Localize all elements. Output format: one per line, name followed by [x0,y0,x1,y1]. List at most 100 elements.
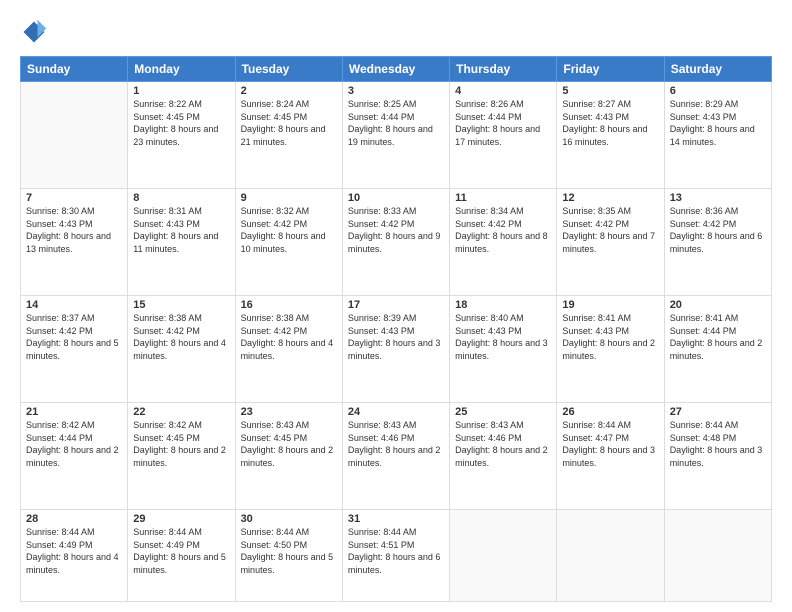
calendar-table: SundayMondayTuesdayWednesdayThursdayFrid… [20,56,772,602]
day-info: Sunrise: 8:44 AMSunset: 4:47 PMDaylight:… [562,419,658,469]
logo [20,18,52,46]
calendar-cell: 16Sunrise: 8:38 AMSunset: 4:42 PMDayligh… [235,296,342,403]
calendar-cell [664,510,771,602]
day-number: 20 [670,299,766,311]
day-info: Sunrise: 8:26 AMSunset: 4:44 PMDaylight:… [455,98,551,148]
calendar-cell: 30Sunrise: 8:44 AMSunset: 4:50 PMDayligh… [235,510,342,602]
day-info: Sunrise: 8:36 AMSunset: 4:42 PMDaylight:… [670,205,766,255]
day-info: Sunrise: 8:22 AMSunset: 4:45 PMDaylight:… [133,98,229,148]
day-info: Sunrise: 8:24 AMSunset: 4:45 PMDaylight:… [241,98,337,148]
calendar-cell: 26Sunrise: 8:44 AMSunset: 4:47 PMDayligh… [557,403,664,510]
calendar-cell: 13Sunrise: 8:36 AMSunset: 4:42 PMDayligh… [664,189,771,296]
day-info: Sunrise: 8:31 AMSunset: 4:43 PMDaylight:… [133,205,229,255]
day-number: 30 [241,513,337,525]
day-info: Sunrise: 8:25 AMSunset: 4:44 PMDaylight:… [348,98,444,148]
calendar-cell: 4Sunrise: 8:26 AMSunset: 4:44 PMDaylight… [450,82,557,189]
day-info: Sunrise: 8:35 AMSunset: 4:42 PMDaylight:… [562,205,658,255]
day-info: Sunrise: 8:44 AMSunset: 4:51 PMDaylight:… [348,526,444,576]
day-number: 3 [348,85,444,97]
day-info: Sunrise: 8:33 AMSunset: 4:42 PMDaylight:… [348,205,444,255]
day-info: Sunrise: 8:44 AMSunset: 4:50 PMDaylight:… [241,526,337,576]
day-number: 17 [348,299,444,311]
weekday-header-saturday: Saturday [664,57,771,82]
day-number: 6 [670,85,766,97]
calendar-week-row: 21Sunrise: 8:42 AMSunset: 4:44 PMDayligh… [21,403,772,510]
day-info: Sunrise: 8:40 AMSunset: 4:43 PMDaylight:… [455,312,551,362]
day-number: 1 [133,85,229,97]
day-info: Sunrise: 8:34 AMSunset: 4:42 PMDaylight:… [455,205,551,255]
day-info: Sunrise: 8:44 AMSunset: 4:49 PMDaylight:… [26,526,122,576]
day-info: Sunrise: 8:30 AMSunset: 4:43 PMDaylight:… [26,205,122,255]
weekday-header-thursday: Thursday [450,57,557,82]
calendar-cell [450,510,557,602]
calendar-week-row: 7Sunrise: 8:30 AMSunset: 4:43 PMDaylight… [21,189,772,296]
calendar-week-row: 28Sunrise: 8:44 AMSunset: 4:49 PMDayligh… [21,510,772,602]
day-number: 5 [562,85,658,97]
day-number: 11 [455,192,551,204]
calendar-cell [557,510,664,602]
day-info: Sunrise: 8:44 AMSunset: 4:49 PMDaylight:… [133,526,229,576]
day-info: Sunrise: 8:43 AMSunset: 4:45 PMDaylight:… [241,419,337,469]
day-info: Sunrise: 8:29 AMSunset: 4:43 PMDaylight:… [670,98,766,148]
day-info: Sunrise: 8:27 AMSunset: 4:43 PMDaylight:… [562,98,658,148]
day-number: 4 [455,85,551,97]
day-number: 2 [241,85,337,97]
calendar-cell: 21Sunrise: 8:42 AMSunset: 4:44 PMDayligh… [21,403,128,510]
logo-icon [20,18,48,46]
weekday-header-monday: Monday [128,57,235,82]
calendar-cell: 3Sunrise: 8:25 AMSunset: 4:44 PMDaylight… [342,82,449,189]
weekday-header-row: SundayMondayTuesdayWednesdayThursdayFrid… [21,57,772,82]
day-number: 28 [26,513,122,525]
calendar-cell: 23Sunrise: 8:43 AMSunset: 4:45 PMDayligh… [235,403,342,510]
weekday-header-sunday: Sunday [21,57,128,82]
calendar-cell: 25Sunrise: 8:43 AMSunset: 4:46 PMDayligh… [450,403,557,510]
day-number: 23 [241,406,337,418]
day-info: Sunrise: 8:43 AMSunset: 4:46 PMDaylight:… [348,419,444,469]
calendar-cell: 2Sunrise: 8:24 AMSunset: 4:45 PMDaylight… [235,82,342,189]
calendar-cell: 18Sunrise: 8:40 AMSunset: 4:43 PMDayligh… [450,296,557,403]
day-info: Sunrise: 8:38 AMSunset: 4:42 PMDaylight:… [241,312,337,362]
day-number: 18 [455,299,551,311]
calendar-week-row: 1Sunrise: 8:22 AMSunset: 4:45 PMDaylight… [21,82,772,189]
calendar-cell: 6Sunrise: 8:29 AMSunset: 4:43 PMDaylight… [664,82,771,189]
day-info: Sunrise: 8:39 AMSunset: 4:43 PMDaylight:… [348,312,444,362]
day-number: 12 [562,192,658,204]
calendar-cell: 7Sunrise: 8:30 AMSunset: 4:43 PMDaylight… [21,189,128,296]
calendar-cell: 28Sunrise: 8:44 AMSunset: 4:49 PMDayligh… [21,510,128,602]
day-info: Sunrise: 8:38 AMSunset: 4:42 PMDaylight:… [133,312,229,362]
calendar-cell: 17Sunrise: 8:39 AMSunset: 4:43 PMDayligh… [342,296,449,403]
day-number: 9 [241,192,337,204]
page: SundayMondayTuesdayWednesdayThursdayFrid… [0,0,792,612]
calendar-cell: 5Sunrise: 8:27 AMSunset: 4:43 PMDaylight… [557,82,664,189]
calendar-cell: 31Sunrise: 8:44 AMSunset: 4:51 PMDayligh… [342,510,449,602]
calendar-cell: 15Sunrise: 8:38 AMSunset: 4:42 PMDayligh… [128,296,235,403]
day-info: Sunrise: 8:41 AMSunset: 4:43 PMDaylight:… [562,312,658,362]
calendar-cell: 11Sunrise: 8:34 AMSunset: 4:42 PMDayligh… [450,189,557,296]
day-info: Sunrise: 8:42 AMSunset: 4:44 PMDaylight:… [26,419,122,469]
calendar-cell: 22Sunrise: 8:42 AMSunset: 4:45 PMDayligh… [128,403,235,510]
weekday-header-tuesday: Tuesday [235,57,342,82]
day-info: Sunrise: 8:42 AMSunset: 4:45 PMDaylight:… [133,419,229,469]
day-info: Sunrise: 8:41 AMSunset: 4:44 PMDaylight:… [670,312,766,362]
day-info: Sunrise: 8:44 AMSunset: 4:48 PMDaylight:… [670,419,766,469]
calendar-cell: 10Sunrise: 8:33 AMSunset: 4:42 PMDayligh… [342,189,449,296]
calendar-cell: 27Sunrise: 8:44 AMSunset: 4:48 PMDayligh… [664,403,771,510]
day-number: 19 [562,299,658,311]
calendar-cell: 24Sunrise: 8:43 AMSunset: 4:46 PMDayligh… [342,403,449,510]
day-number: 21 [26,406,122,418]
day-info: Sunrise: 8:32 AMSunset: 4:42 PMDaylight:… [241,205,337,255]
day-number: 8 [133,192,229,204]
calendar-cell: 20Sunrise: 8:41 AMSunset: 4:44 PMDayligh… [664,296,771,403]
day-number: 10 [348,192,444,204]
header [20,18,772,46]
calendar-cell: 8Sunrise: 8:31 AMSunset: 4:43 PMDaylight… [128,189,235,296]
day-info: Sunrise: 8:43 AMSunset: 4:46 PMDaylight:… [455,419,551,469]
day-info: Sunrise: 8:37 AMSunset: 4:42 PMDaylight:… [26,312,122,362]
weekday-header-wednesday: Wednesday [342,57,449,82]
calendar-cell: 1Sunrise: 8:22 AMSunset: 4:45 PMDaylight… [128,82,235,189]
day-number: 25 [455,406,551,418]
day-number: 14 [26,299,122,311]
calendar-week-row: 14Sunrise: 8:37 AMSunset: 4:42 PMDayligh… [21,296,772,403]
day-number: 7 [26,192,122,204]
day-number: 16 [241,299,337,311]
